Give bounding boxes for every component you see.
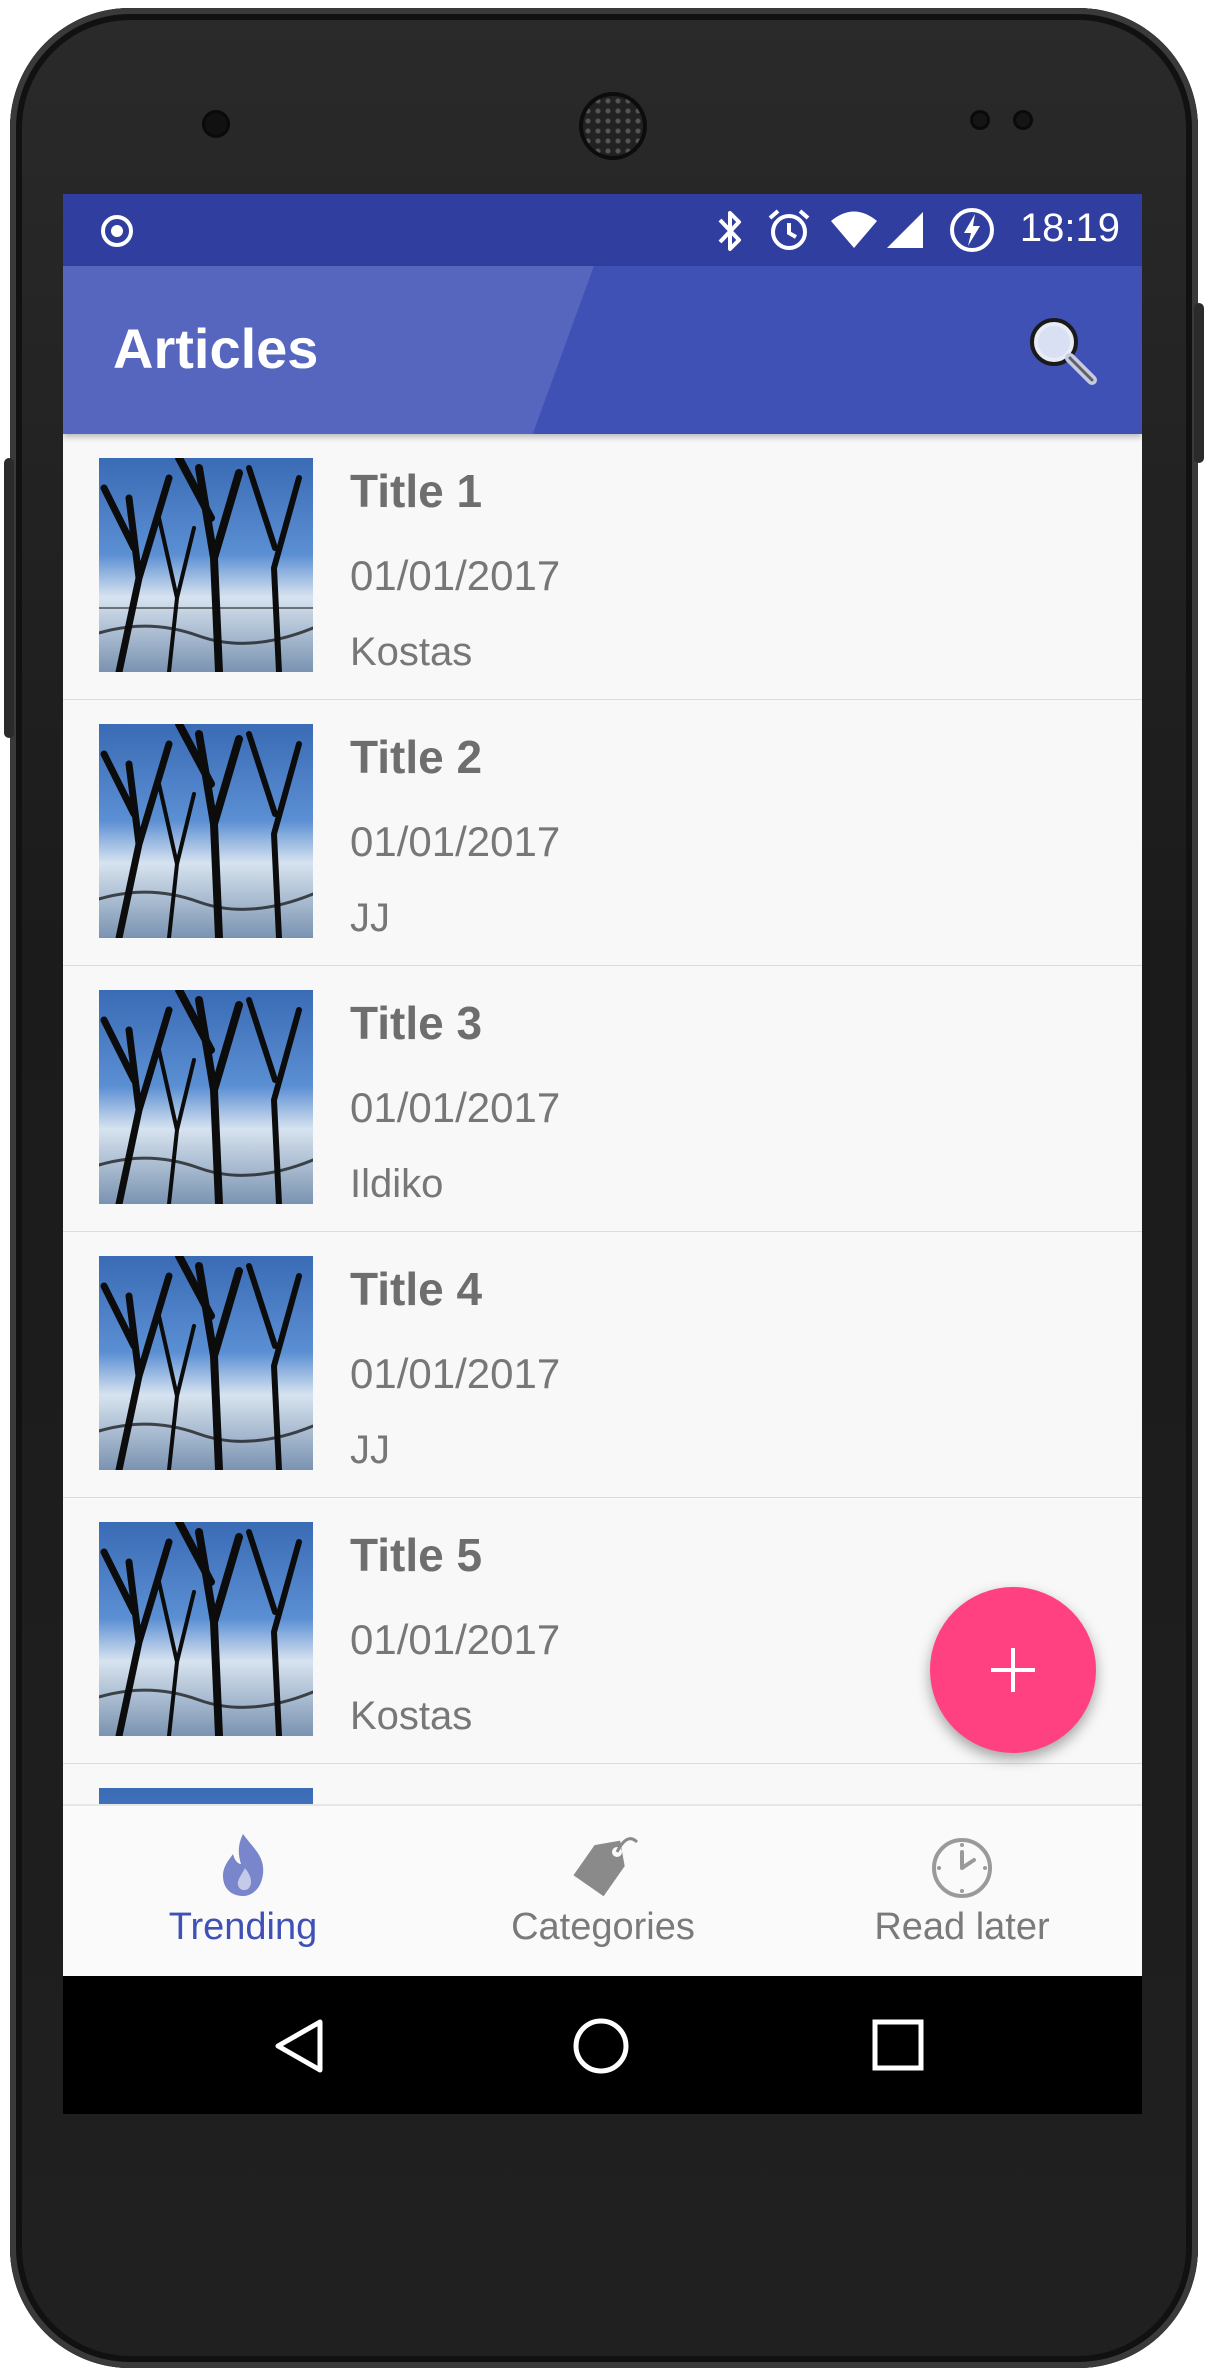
article-thumbnail (99, 1522, 313, 1736)
article-list: Title 1 01/01/2017 Kostas Title 2 01/01/… (63, 434, 1142, 2014)
article-title: Title 3 (350, 997, 483, 1049)
search-button[interactable] (1022, 310, 1102, 390)
search-icon (1030, 318, 1097, 385)
article-author: JJ (350, 1428, 390, 1472)
app-bar: Articles (63, 266, 1142, 434)
wifi-icon (831, 211, 877, 248)
record-icon (101, 215, 133, 247)
nav-label-read-later: Read later (874, 1906, 1050, 1948)
alarm-icon (768, 209, 810, 250)
back-icon[interactable] (270, 2016, 326, 2076)
trees-image (99, 1256, 313, 1470)
article-row-1[interactable]: Title 1 01/01/2017 Kostas (63, 434, 1142, 702)
clock-icon (932, 1838, 992, 1898)
article-author: Ildiko (350, 1162, 444, 1206)
proximity-sensor (973, 113, 987, 127)
article-row-3[interactable]: Title 3 01/01/2017 Ildiko (63, 966, 1142, 1234)
article-date: 01/01/2017 (350, 1616, 561, 1663)
battery-charging-icon (950, 208, 994, 252)
trees-image (99, 1522, 313, 1736)
article-row-4[interactable]: Title 4 01/01/2017 JJ (63, 1232, 1142, 1500)
article-date: 01/01/2017 (350, 1350, 561, 1397)
light-sensor (1016, 113, 1030, 127)
trees-image (99, 724, 313, 938)
status-time: 18:19 (1019, 206, 1120, 250)
front-camera (205, 113, 227, 135)
article-date: 01/01/2017 (350, 1084, 561, 1131)
bluetooth-icon (718, 211, 741, 251)
phone-screen: 18:19 Articles Title 1 01/01/2017 Kostas… (63, 194, 1142, 2114)
article-title: Title 2 (350, 731, 483, 783)
system-navigation-bar (63, 1974, 1142, 2114)
article-thumbnail (99, 724, 313, 938)
volume-button (1194, 303, 1204, 463)
cell-signal-icon (887, 212, 923, 248)
nav-label-trending: Trending (168, 1906, 318, 1948)
article-author: JJ (350, 896, 390, 940)
home-icon[interactable] (571, 2016, 631, 2076)
article-title: Title 4 (350, 1263, 483, 1315)
add-article-fab[interactable] (930, 1587, 1096, 1753)
article-author: Kostas (350, 630, 473, 674)
article-author: Kostas (350, 1694, 473, 1738)
nav-item-trending[interactable]: Trending (63, 1806, 423, 1976)
nav-label-categories: Categories (511, 1906, 695, 1948)
article-title: Title 1 (350, 465, 483, 517)
article-thumbnail (99, 458, 313, 672)
article-title: Title 5 (350, 1529, 483, 1581)
article-thumbnail (99, 1256, 313, 1470)
article-date: 01/01/2017 (350, 818, 561, 865)
earpiece-speaker (583, 96, 643, 156)
page-title: Articles (113, 317, 319, 380)
nav-item-read-later[interactable]: Read later (782, 1806, 1142, 1976)
power-button (4, 458, 14, 738)
nav-item-categories[interactable]: Categories (423, 1806, 783, 1976)
status-bar: 18:19 (63, 194, 1142, 266)
article-date: 01/01/2017 (350, 552, 561, 599)
article-row-2[interactable]: Title 2 01/01/2017 JJ (63, 700, 1142, 968)
article-thumbnail (99, 990, 313, 1204)
recents-icon[interactable] (871, 2018, 925, 2072)
trees-image (99, 990, 313, 1204)
tag-icon (573, 1837, 639, 1897)
flame-icon (223, 1834, 264, 1896)
bottom-navigation: Trending Categories Read later (63, 1804, 1142, 1976)
trees-image (99, 458, 313, 672)
